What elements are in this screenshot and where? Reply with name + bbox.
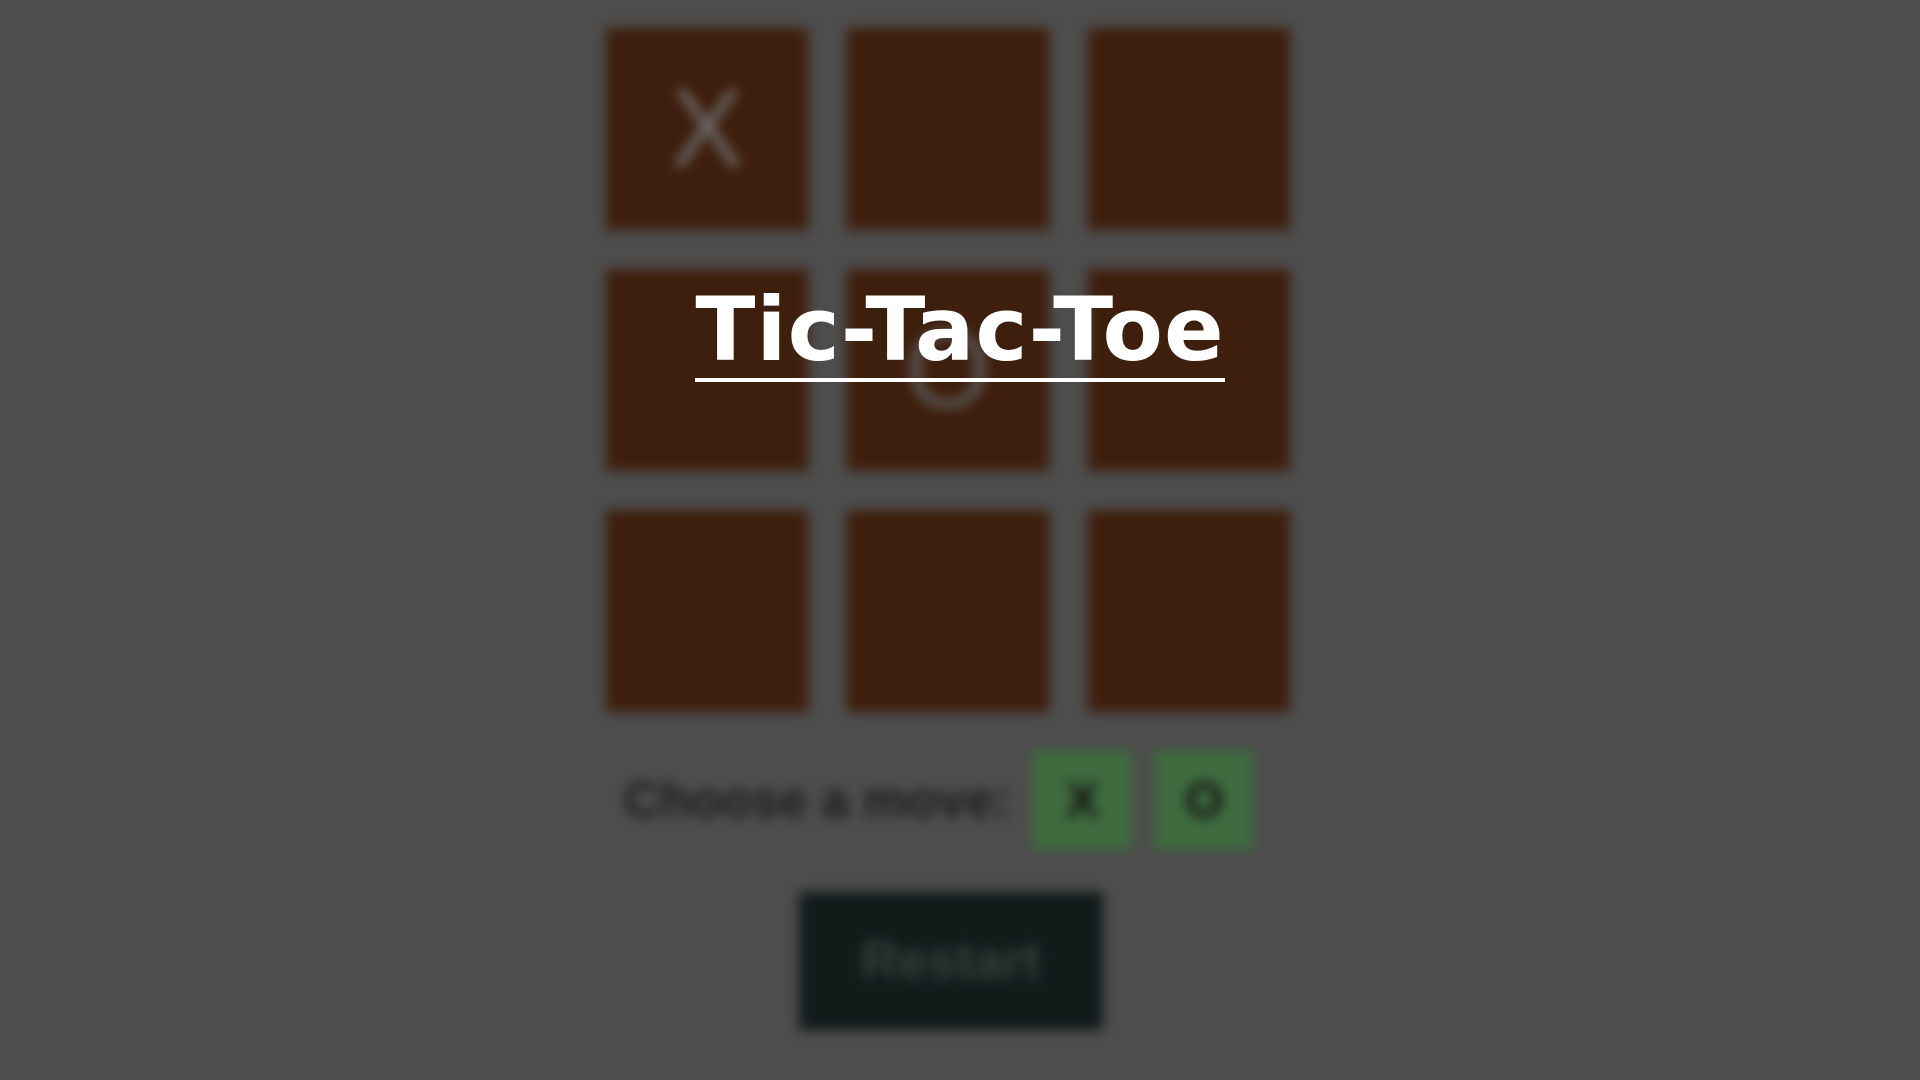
move-prompt-label: Choose a move: xyxy=(624,772,1011,828)
board-cell-3[interactable] xyxy=(1088,28,1290,230)
board-cell-7[interactable] xyxy=(606,510,808,712)
board-cell-9[interactable] xyxy=(1088,510,1290,712)
move-chooser: Choose a move: X O xyxy=(624,750,1276,850)
choose-x-button[interactable]: X xyxy=(1032,750,1133,850)
title-overlay: Tic-Tac-Toe xyxy=(0,282,1920,382)
blurred-game-layer: X O Choose a move: X O Restart xyxy=(0,0,1920,1080)
board-cell-2[interactable] xyxy=(847,28,1049,230)
choose-o-button[interactable]: O xyxy=(1154,750,1255,850)
game-screen: X O Choose a move: X O Restart Tic-Tac-T… xyxy=(0,0,1920,1080)
board-cell-1[interactable]: X xyxy=(606,28,808,230)
board-cell-8[interactable] xyxy=(847,510,1049,712)
restart-button[interactable]: Restart xyxy=(799,892,1103,1030)
game-title: Tic-Tac-Toe xyxy=(695,278,1225,382)
